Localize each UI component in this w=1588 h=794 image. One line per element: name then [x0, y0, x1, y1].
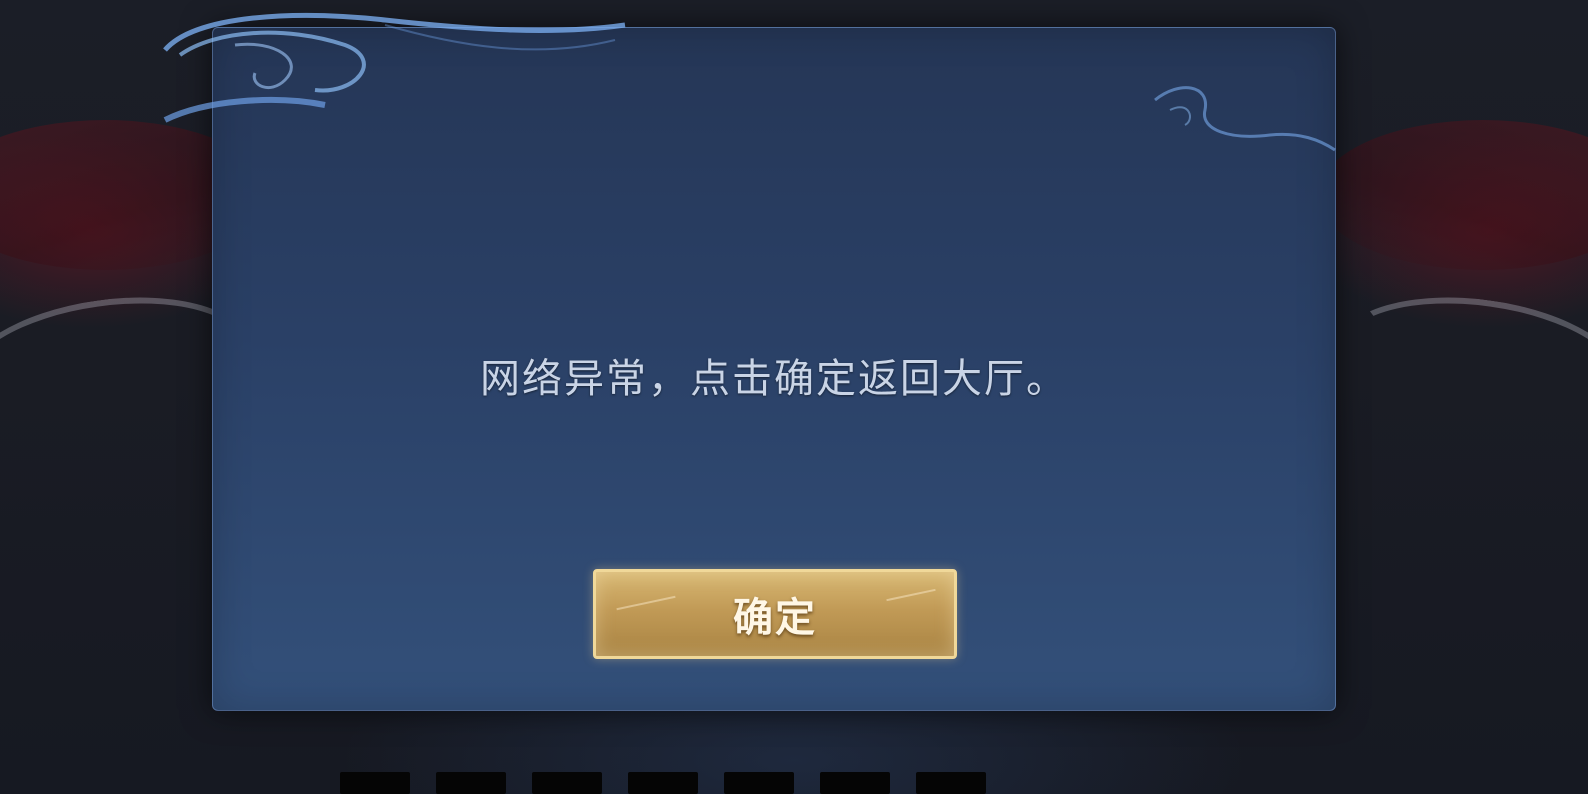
button-streak-decoration — [616, 595, 676, 611]
confirm-button-label: 确定 — [733, 595, 817, 641]
background-ribbon-right — [1318, 120, 1588, 270]
game-screen: 网络异常，点击确定返回大厅。 确定 — [0, 0, 1588, 794]
confirm-button[interactable]: 确定 — [593, 569, 957, 659]
button-streak-decoration — [886, 588, 936, 602]
network-error-dialog: 网络异常，点击确定返回大厅。 确定 — [212, 27, 1336, 711]
background-curve-right — [1328, 280, 1588, 452]
cropped-subtitle-strip — [340, 772, 1060, 794]
dialog-message: 网络异常，点击确定返回大厅。 — [480, 356, 1068, 402]
